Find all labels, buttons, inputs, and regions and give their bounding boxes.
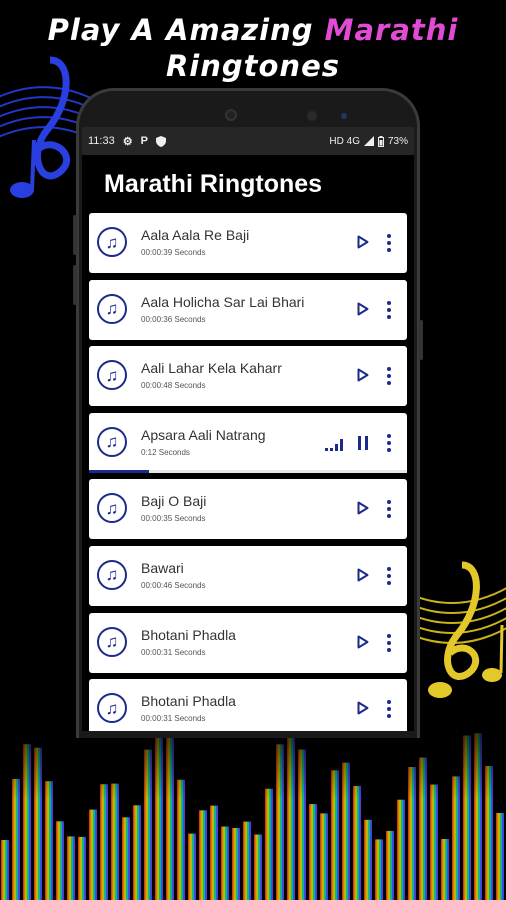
ringtone-row[interactable]: ♫ Bawari 00:00:46 Seconds [89, 545, 407, 606]
play-icon[interactable] [357, 302, 369, 316]
shield-icon [155, 135, 166, 147]
more-options-icon[interactable] [386, 700, 392, 719]
volume-button [73, 265, 77, 305]
music-note-icon: ♫ [97, 360, 127, 391]
earpiece [307, 111, 317, 121]
promo-headline: Play A Amazing Marathi Ringtones [0, 12, 506, 84]
ringtone-row[interactable]: ♫ Aala Aala Re Baji 00:00:39 Seconds [89, 213, 407, 273]
more-options-icon[interactable] [386, 234, 392, 252]
music-note-icon: ♫ [97, 293, 127, 324]
ringtone-duration: 00:00:39 Seconds [141, 248, 206, 257]
ringtone-title: Bawari [141, 559, 184, 576]
signal-icon [363, 136, 374, 146]
play-icon[interactable] [357, 235, 369, 249]
ringtone-row[interactable]: ♫ Bhotani Phadla 00:00:31 Seconds [89, 679, 407, 731]
ringtone-list: ♫ Aala Aala Re Baji 00:00:39 Seconds ♫ A… [82, 213, 414, 731]
more-options-icon[interactable] [386, 566, 392, 585]
ringtone-title: Aali Lahar Kela Kaharr [141, 360, 282, 377]
ringtone-duration: 00:00:31 Seconds [141, 647, 206, 657]
battery-percent: 73% [387, 135, 408, 147]
playback-progress-fill [89, 469, 150, 473]
ringtone-title: Aala Aala Re Baji [141, 227, 250, 243]
music-notes-decoration-right [412, 561, 506, 698]
ringtone-duration: 00:00:46 Seconds [141, 580, 206, 590]
promo-accent-word: Marathi [324, 13, 459, 47]
settings-icon: ⚙ [122, 135, 133, 148]
ringtone-row[interactable]: ♫ Aala Holicha Sar Lai Bhari 00:00:36 Se… [89, 279, 407, 340]
music-note-icon: ♫ [97, 426, 127, 457]
ringtone-duration: 00:00:48 Seconds [141, 381, 206, 391]
ringtone-row[interactable]: ♫ Baji O Baji 00:00:35 Seconds [89, 479, 407, 540]
ringtone-title: Bhotani Phadla [141, 626, 236, 643]
volume-button [73, 215, 77, 255]
front-camera [225, 109, 237, 121]
app-title: Marathi Ringtones [104, 169, 323, 198]
more-options-icon[interactable] [386, 300, 392, 319]
play-icon[interactable] [357, 368, 369, 382]
play-icon[interactable] [357, 635, 369, 649]
music-note-icon: ♫ [97, 227, 127, 257]
music-note-icon: ♫ [97, 626, 127, 657]
more-options-icon[interactable] [386, 500, 392, 519]
play-icon[interactable] [357, 501, 369, 515]
pause-icon[interactable] [358, 435, 368, 450]
ringtone-title: Baji O Baji [141, 493, 207, 510]
music-note-icon: ♫ [97, 693, 127, 724]
battery-icon [377, 135, 384, 147]
ringtone-duration: 00:00:35 Seconds [141, 514, 206, 524]
more-options-icon[interactable] [386, 433, 392, 452]
more-options-icon[interactable] [386, 633, 392, 652]
promo-line-2: Ringtones [165, 49, 341, 83]
ringtone-row[interactable]: ♫ Apsara Aali Natrang 0:12 Seconds [89, 412, 407, 473]
ringtone-duration: 00:00:31 Seconds [141, 714, 206, 724]
app-screen: 11:33 ⚙ P HD 4G 73% Marathi Ringtones ♫ … [82, 127, 414, 731]
music-note-icon: ♫ [97, 559, 127, 590]
status-time: 11:33 [88, 135, 115, 147]
network-indicator: HD 4G [329, 135, 360, 147]
ringtone-row[interactable]: ♫ Bhotani Phadla 00:00:31 Seconds [89, 612, 407, 673]
more-options-icon[interactable] [386, 367, 392, 386]
p-icon: P [140, 135, 148, 147]
promo-line-1: Play A Amazing Marathi [47, 13, 459, 47]
ringtone-title: Aala Holicha Sar Lai Bhari [141, 293, 305, 310]
status-bar: 11:33 ⚙ P HD 4G 73% [82, 127, 414, 155]
ringtone-row[interactable]: ♫ Aali Lahar Kela Kaharr 00:00:48 Second… [89, 346, 407, 407]
play-icon[interactable] [357, 701, 369, 715]
ringtone-duration: 0:12 Seconds [141, 447, 190, 457]
ringtone-duration: 00:00:36 Seconds [141, 314, 206, 324]
sensor [341, 113, 347, 119]
play-icon[interactable] [357, 568, 369, 582]
playback-progress[interactable] [89, 469, 407, 473]
ringtone-title: Bhotani Phadla [141, 693, 236, 710]
ringtone-title: Apsara Aali Natrang [141, 426, 266, 443]
playing-indicator-icon [325, 438, 343, 451]
power-button [419, 320, 423, 360]
music-note-icon: ♫ [97, 493, 127, 524]
